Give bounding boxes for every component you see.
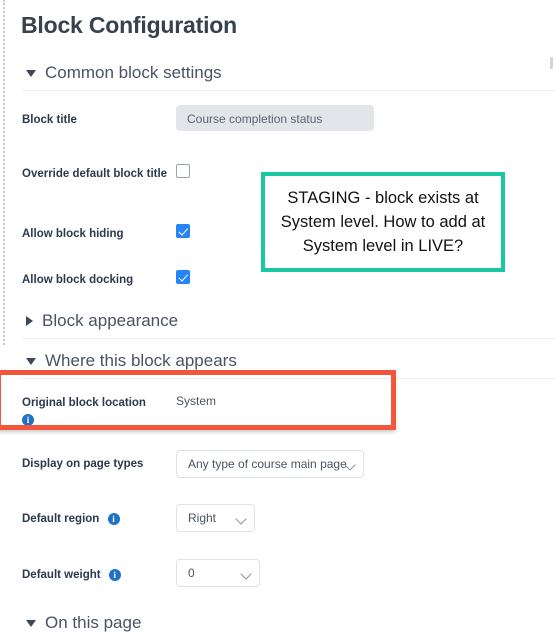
section-label: On this page bbox=[45, 613, 142, 632]
section-divider bbox=[22, 338, 555, 339]
info-icon[interactable]: i bbox=[108, 568, 121, 581]
override-default-block-title-checkbox[interactable] bbox=[176, 164, 190, 178]
label-default-region: Default region i bbox=[22, 512, 172, 527]
label-allow-block-hiding: Allow block hiding bbox=[22, 228, 124, 240]
block-title-input[interactable]: Course completion status bbox=[176, 105, 374, 131]
allow-block-docking-wrap[interactable] bbox=[176, 270, 190, 289]
section-divider bbox=[22, 90, 555, 91]
section-label: Common block settings bbox=[45, 63, 222, 82]
label-text: Default weight bbox=[22, 569, 101, 581]
label-block-title: Block title bbox=[22, 114, 77, 126]
caret-right-icon bbox=[26, 316, 33, 326]
caret-down-icon bbox=[26, 619, 36, 627]
default-weight-select[interactable]: 0 bbox=[176, 559, 260, 587]
override-default-block-title-wrap[interactable] bbox=[176, 164, 190, 183]
label-text: Default region bbox=[22, 513, 100, 525]
section-label: Where this block appears bbox=[45, 351, 237, 370]
default-region-wrap[interactable]: Right bbox=[176, 504, 255, 532]
chevron-down-icon bbox=[235, 513, 247, 525]
section-common-block-settings[interactable]: Common block settings bbox=[22, 63, 555, 91]
page-title: Block Configuration bbox=[21, 12, 237, 38]
section-on-this-page[interactable]: On this page bbox=[22, 613, 555, 640]
select-value: Right bbox=[188, 511, 217, 525]
default-weight-wrap[interactable]: 0 bbox=[176, 559, 260, 587]
left-edge-guide bbox=[3, 0, 5, 345]
label-display-on-page-types: Display on page types bbox=[22, 458, 144, 470]
chevron-down-icon bbox=[240, 568, 252, 580]
caret-down-icon bbox=[26, 357, 36, 365]
caret-down-icon bbox=[26, 69, 36, 77]
section-header[interactable]: On this page bbox=[22, 613, 555, 640]
allow-block-hiding-checkbox[interactable] bbox=[176, 224, 190, 238]
section-header[interactable]: Block appearance bbox=[22, 311, 555, 338]
allow-block-hiding-wrap[interactable] bbox=[176, 224, 190, 243]
annotation-teal-note: STAGING - block exists at System level. … bbox=[261, 172, 505, 272]
default-region-select[interactable]: Right bbox=[176, 504, 255, 532]
annotation-text: STAGING - block exists at System level. … bbox=[280, 189, 486, 255]
select-value: Any type of course main page bbox=[188, 457, 347, 471]
select-value: 0 bbox=[188, 566, 195, 580]
label-default-weight: Default weight i bbox=[22, 568, 172, 583]
display-on-page-types-wrap[interactable]: Any type of course main page bbox=[176, 450, 364, 478]
section-label: Block appearance bbox=[42, 311, 179, 330]
section-header[interactable]: Common block settings bbox=[22, 63, 555, 90]
allow-block-docking-checkbox[interactable] bbox=[176, 270, 190, 284]
annotation-red-highlight bbox=[0, 370, 396, 430]
info-icon[interactable]: i bbox=[107, 512, 120, 525]
label-override-default-block-title: Override default block title bbox=[22, 168, 168, 180]
block-title-field-wrap[interactable]: Course completion status bbox=[176, 105, 374, 131]
display-on-page-types-select[interactable]: Any type of course main page bbox=[176, 450, 364, 478]
section-block-appearance[interactable]: Block appearance bbox=[22, 311, 555, 339]
label-allow-block-docking: Allow block docking bbox=[22, 274, 134, 286]
